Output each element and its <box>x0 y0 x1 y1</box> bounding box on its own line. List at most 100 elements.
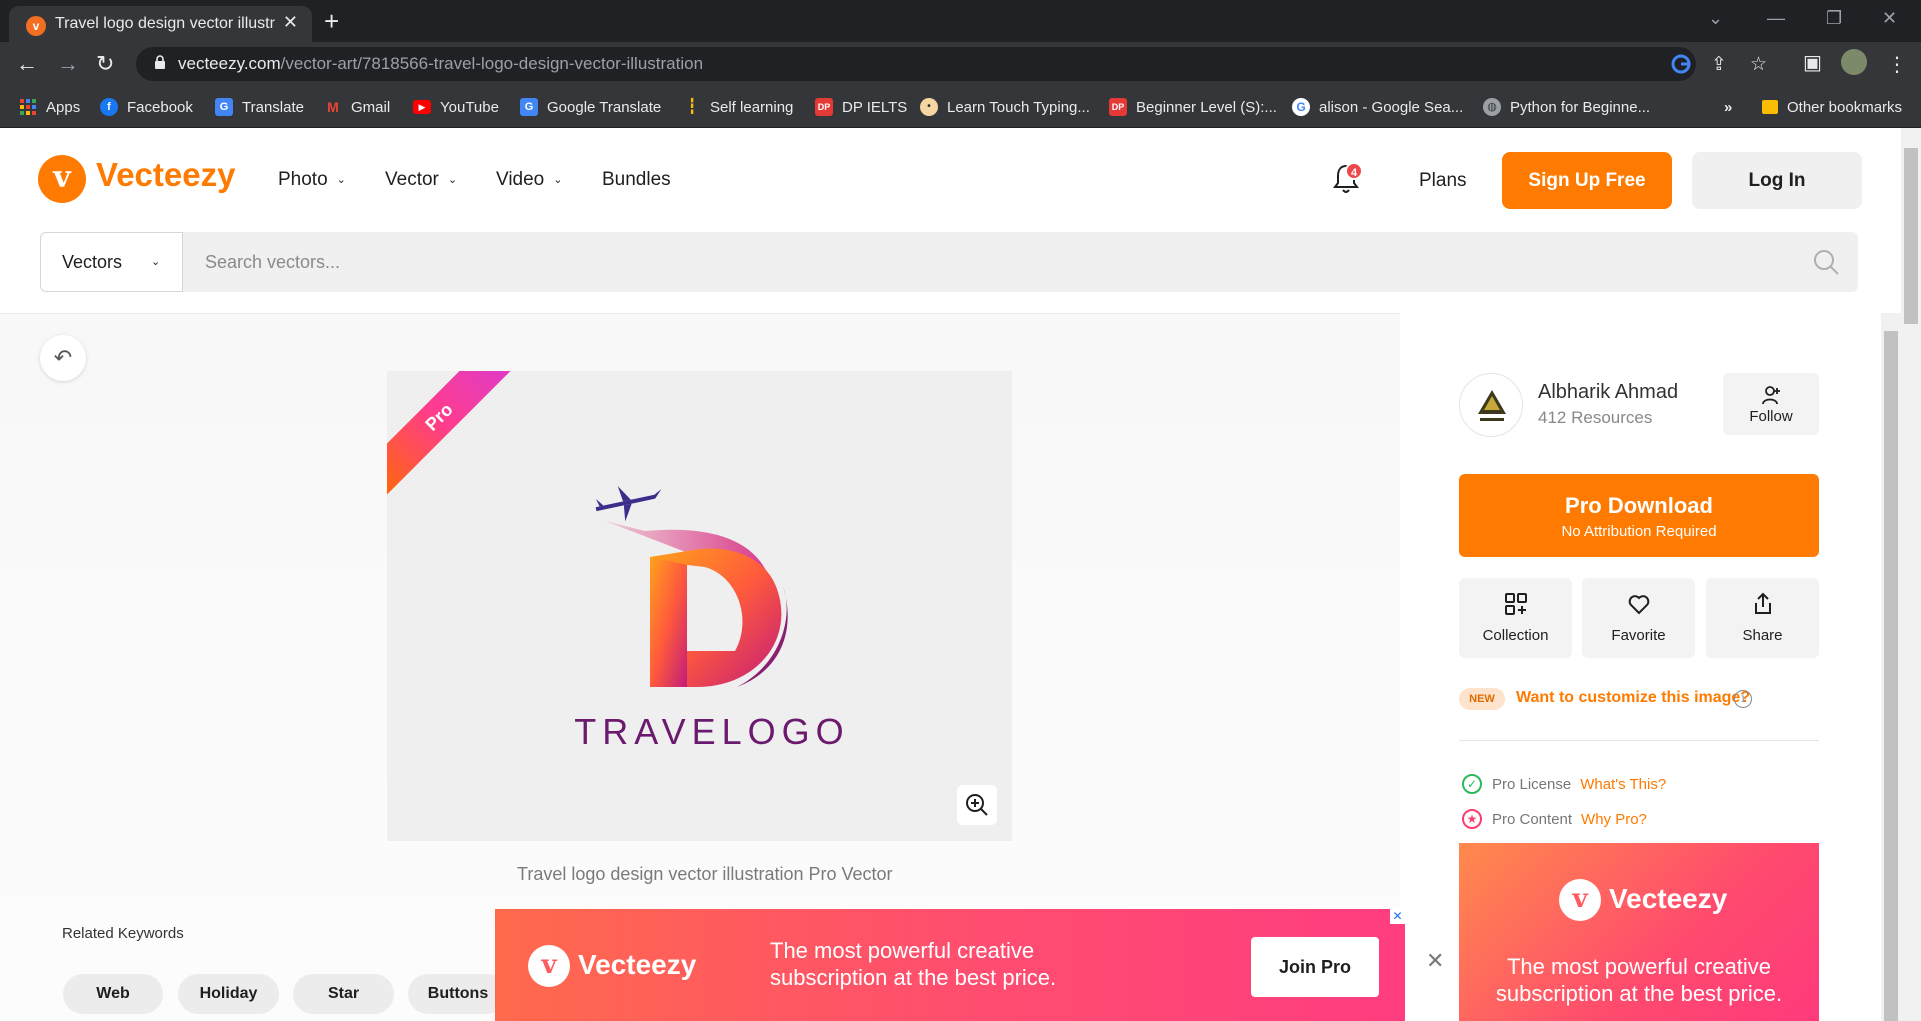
google-translate-icon: G <box>215 98 233 116</box>
ad-tagline: The most powerful creative subscription … <box>1495 954 1783 1006</box>
travel-logo-artwork: TRAVELOGO <box>574 486 849 752</box>
share-button[interactable]: Share <box>1706 578 1819 658</box>
tab-search-icon[interactable]: ⌄ <box>1708 8 1723 29</box>
side-panel-icon[interactable]: ▣ <box>1803 50 1822 75</box>
forward-arrow-icon[interactable]: → <box>57 51 79 77</box>
browser-tab[interactable]: v Travel logo design vector illustrati ✕ <box>9 6 312 42</box>
vecteezy-ad-logo-icon: v <box>1559 879 1601 921</box>
bookmark-python[interactable]: ◍ Python for Beginne... <box>1483 97 1650 117</box>
bookmark-self-learning[interactable]: ┇ Self learning <box>683 97 793 117</box>
apps-grid-icon <box>19 98 37 116</box>
address-bar-row: ← → ↻ vecteezy.com/vector-art/7818566-tr… <box>0 42 1921 86</box>
favorite-label: Favorite <box>1611 627 1666 644</box>
bookmark-google-translate[interactable]: G Google Translate <box>520 97 661 117</box>
google-icon: G <box>1292 98 1310 116</box>
favorite-button[interactable]: Favorite <box>1582 578 1695 658</box>
ad-close-icon[interactable]: ✕ <box>1426 948 1444 974</box>
keyword-chip[interactable]: Holiday <box>178 974 279 1014</box>
search-icon[interactable] <box>1812 248 1840 276</box>
dp-icon: DP <box>1109 98 1127 116</box>
share-page-icon[interactable]: ⇪ <box>1711 53 1727 76</box>
vecteezy-logo-text[interactable]: Vecteezy <box>96 156 235 194</box>
back-arrow-icon[interactable]: ← <box>16 51 38 77</box>
bookmark-alison-search[interactable]: Galison - Google Sea... <box>1292 97 1463 117</box>
chrome-menu-icon[interactable]: ⋮ <box>1887 52 1907 77</box>
close-window-icon[interactable]: ✕ <box>1882 8 1897 29</box>
follow-button[interactable]: Follow <box>1723 373 1819 435</box>
more-bookmarks-icon[interactable]: » <box>1724 97 1732 117</box>
facebook-icon: f <box>100 98 118 116</box>
collection-label: Collection <box>1482 627 1549 644</box>
page-scroll-thumb[interactable] <box>1904 148 1918 324</box>
collection-button[interactable]: Collection <box>1459 578 1572 658</box>
vecteezy-favicon-icon: v <box>26 16 46 36</box>
pro-download-button[interactable]: Pro Download No Attribution Required <box>1459 474 1819 557</box>
bookmark-dp-ielts[interactable]: DP DP IELTS <box>815 97 907 117</box>
whats-this-link[interactable]: What's This? <box>1580 776 1666 793</box>
keyword-chip[interactable]: Star <box>293 974 394 1014</box>
ad-brand-text: Vecteezy <box>578 949 697 980</box>
sidebar-ad-banner[interactable]: v Vecteezy The most powerful creative su… <box>1459 843 1819 1021</box>
zoom-in-icon[interactable] <box>957 785 997 825</box>
pro-license-row: ✓ Pro License What's This? <box>1462 774 1666 794</box>
bookmark-translate[interactable]: G Translate <box>215 97 304 117</box>
sidebar-scroll-thumb[interactable] <box>1884 331 1898 1021</box>
bookmark-youtube[interactable]: ▶ YouTube <box>413 97 499 117</box>
add-user-icon <box>1762 386 1780 405</box>
bottom-ad-banner[interactable]: v Vecteezy The most powerful creative su… <box>495 909 1405 1021</box>
star-circle-icon: ★ <box>1462 809 1482 829</box>
follow-label: Follow <box>1749 408 1793 425</box>
keyword-chip[interactable]: Buttons <box>408 974 508 1014</box>
asset-type-select[interactable]: Vectors ⌄ <box>40 232 183 292</box>
bars-icon: ┇ <box>687 98 697 115</box>
reload-icon[interactable]: ↻ <box>96 51 114 77</box>
new-badge: NEW <box>1459 688 1505 710</box>
google-lens-icon[interactable] <box>1671 54 1691 80</box>
restore-icon[interactable]: ❐ <box>1826 8 1842 29</box>
author-avatar[interactable] <box>1459 373 1523 437</box>
globe-icon: ◍ <box>1483 98 1501 116</box>
author-name[interactable]: Albharik Ahmad <box>1538 381 1678 404</box>
omnibox[interactable]: vecteezy.com/vector-art/7818566-travel-l… <box>136 47 1767 81</box>
bookmark-beginner-level[interactable]: DP Beginner Level (S):... <box>1109 97 1277 117</box>
why-pro-link[interactable]: Why Pro? <box>1581 811 1647 828</box>
bookmark-gmail[interactable]: M Gmail <box>324 97 390 117</box>
keyword-chip[interactable]: Web <box>63 974 163 1014</box>
bookmark-touch-typing[interactable]: • Learn Touch Typing... <box>920 97 1090 117</box>
bookmark-star-icon[interactable]: ☆ <box>1750 53 1767 76</box>
vecteezy-logo-icon[interactable]: v <box>38 155 86 203</box>
author-logo-icon <box>1478 390 1506 421</box>
minimize-icon[interactable]: — <box>1767 8 1785 29</box>
profile-avatar[interactable] <box>1841 49 1867 75</box>
info-icon[interactable]: i <box>1734 690 1752 708</box>
join-pro-button[interactable]: Join Pro <box>1251 937 1379 997</box>
new-tab-icon[interactable]: + <box>324 6 339 37</box>
log-in-button[interactable]: Log In <box>1692 152 1862 209</box>
gmail-icon: M <box>327 99 339 115</box>
customize-image-link[interactable]: Want to customize this image? <box>1516 689 1750 707</box>
related-keywords-heading: Related Keywords <box>62 925 184 942</box>
tab-close-icon[interactable]: ✕ <box>283 12 298 33</box>
url-text: vecteezy.com/vector-art/7818566-travel-l… <box>178 54 704 73</box>
bookmark-apps[interactable]: Apps <box>19 97 80 117</box>
bookmark-facebook[interactable]: f Facebook <box>100 97 193 117</box>
pro-content-row: ★ Pro Content Why Pro? <box>1462 809 1647 829</box>
nav-vector[interactable]: Vector ⌄ <box>385 169 457 191</box>
sidebar-divider <box>1459 740 1819 741</box>
vector-preview-image[interactable]: Pro TRAVELOGO <box>387 371 1012 841</box>
ad-brand-text: Vecteezy <box>1609 883 1728 914</box>
bookmarks-bar: Apps f Facebook G Translate M Gmail ▶ YouTub… <box>0 86 1921 128</box>
ad-choices-icon[interactable]: ✕ <box>1390 909 1405 924</box>
folder-icon <box>1762 100 1778 114</box>
other-bookmarks[interactable]: Other bookmarks <box>1762 97 1902 117</box>
google-translate-icon: G <box>520 98 538 116</box>
nav-video[interactable]: Video ⌄ <box>496 169 562 191</box>
nav-bundles[interactable]: Bundles <box>602 169 671 191</box>
sign-up-button[interactable]: Sign Up Free <box>1502 152 1672 209</box>
travelogo-wordmark: TRAVELOGO <box>574 711 849 752</box>
search-input[interactable] <box>183 232 1858 292</box>
plans-link[interactable]: Plans <box>1419 170 1467 192</box>
nav-photo[interactable]: Photo ⌄ <box>278 169 346 191</box>
back-undo-icon[interactable]: ↶ <box>40 335 86 381</box>
site-header: v Vecteezy Photo ⌄ Vector ⌄ Video ⌄ Bundles… <box>0 128 1921 232</box>
